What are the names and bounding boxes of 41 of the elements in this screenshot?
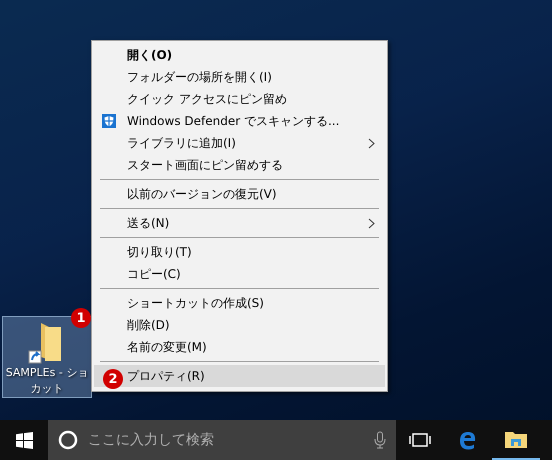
menu-item-label: ライブラリに追加(I)	[127, 134, 236, 152]
menu-item-label: スタート画面にピン留めする	[127, 156, 283, 174]
menu-item[interactable]: ライブラリに追加(I)	[94, 132, 385, 154]
folder-icon	[505, 430, 527, 448]
menu-item-label: クイック アクセスにピン留め	[127, 90, 287, 108]
menu-item[interactable]: 以前のバージョンの復元(V)	[94, 183, 385, 205]
menu-item-label: フォルダーの場所を開く(I)	[127, 68, 272, 86]
menu-item[interactable]: スタート画面にピン留めする	[94, 154, 385, 176]
menu-item-label: 送る(N)	[127, 214, 170, 232]
menu-item[interactable]: コピー(C)	[94, 263, 385, 285]
step-badge: 1	[71, 308, 91, 328]
menu-item[interactable]: 開く(O)	[94, 44, 385, 66]
chevron-right-icon	[368, 138, 375, 149]
shortcut-label: カット	[30, 381, 64, 397]
ring-icon	[58, 430, 78, 450]
menu-item-label: ショートカットの作成(S)	[127, 294, 264, 312]
menu-item-label: 開く(O)	[127, 46, 172, 64]
e-logo-icon	[458, 430, 478, 450]
menu-item[interactable]: 切り取り(T)	[94, 241, 385, 263]
menu-item[interactable]: Windows Defender でスキャンする...	[94, 110, 385, 132]
menu-item-label: 以前のバージョンの復元(V)	[127, 186, 277, 202]
menu-item-label: 削除(D)	[127, 316, 170, 334]
shield-icon	[102, 114, 116, 128]
windows-logo-icon	[16, 432, 32, 448]
menu-item[interactable]: クイック アクセスにピン留め	[94, 88, 385, 110]
menu-item[interactable]: ショートカットの作成(S)	[94, 292, 385, 314]
menu-item[interactable]: 削除(D)	[94, 314, 385, 336]
menu-item-label: 切り取り(T)	[127, 244, 192, 260]
menu-item-label: 名前の変更(M)	[127, 338, 207, 356]
search-box[interactable]: ここに入力して検索	[48, 420, 396, 460]
task-view-icon	[409, 433, 431, 447]
microphone-icon	[374, 431, 386, 449]
menu-item-label: プロパティ(R)	[127, 368, 205, 384]
menu-item[interactable]: フォルダーの場所を開く(I)	[94, 66, 385, 88]
menu-item[interactable]: 送る(N)	[94, 212, 385, 234]
chevron-right-icon	[368, 218, 375, 229]
menu-item-label: Windows Defender でスキャンする...	[127, 112, 340, 130]
menu-item[interactable]: 名前の変更(M)	[94, 336, 385, 358]
menu-item-label: コピー(C)	[127, 266, 181, 282]
search-field[interactable]: ここに入力して検索	[86, 431, 366, 449]
shortcut-label: SAMPLEs - ショ	[6, 365, 88, 381]
